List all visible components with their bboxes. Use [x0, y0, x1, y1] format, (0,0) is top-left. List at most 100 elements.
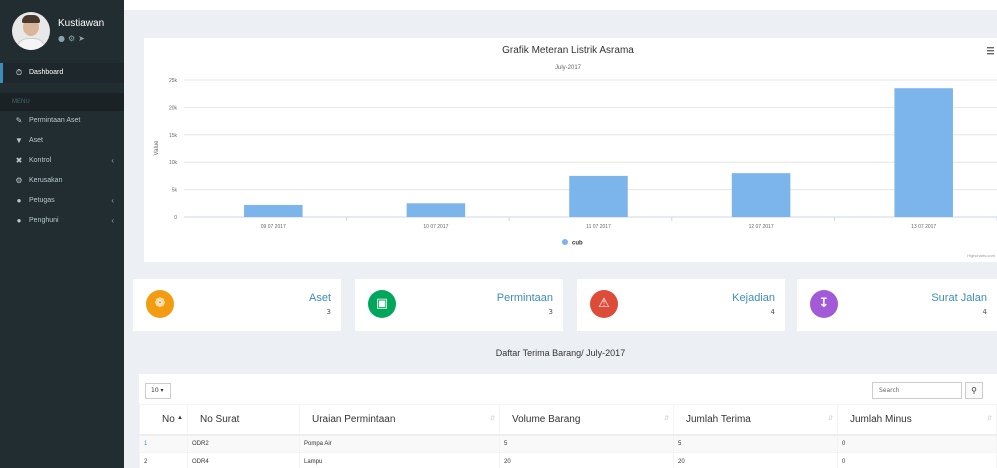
avatar[interactable]: [12, 12, 50, 50]
warning-icon: ⚠: [590, 290, 618, 318]
cell-no: 1: [139, 434, 188, 453]
y-tick-label: 25k: [169, 78, 178, 84]
download-icon: ↧: [810, 290, 838, 318]
stat-count: 3: [326, 308, 331, 316]
stat-label: Aset: [308, 292, 331, 304]
chart-panel: Grafik Meteran Listrik Asrama July-2017 …: [144, 38, 997, 262]
gears-icon: ⚙: [15, 176, 23, 185]
legend-label: cub: [572, 241, 583, 247]
column-header-label: Volume Barang: [512, 413, 581, 425]
search-button[interactable]: ⚲: [965, 382, 983, 399]
bar[interactable]: [894, 88, 953, 217]
sort-icon: ⇵: [986, 416, 992, 422]
bar[interactable]: [244, 204, 303, 217]
cell-volume: 20: [499, 452, 674, 468]
column-header-uraian-permintaan[interactable]: Uraian Permintaan ⇵: [299, 404, 500, 436]
column-header-label: Jumlah Minus: [850, 413, 912, 425]
bar-chart: Grafik Meteran Listrik Asrama July-2017 …: [154, 45, 997, 258]
sidebar-item-petugas[interactable]: ● Petugas ‹: [0, 191, 124, 211]
table-header-row: No ▲ No Surat Uraian Permintaan ⇵ Volume B…: [139, 404, 997, 436]
sidebar-item-aset[interactable]: ▼ Aset: [0, 131, 124, 151]
bar[interactable]: [731, 173, 791, 217]
y-tick-label: 10k: [169, 160, 178, 166]
sidebar: Kustiawan ●⚙➤ ⏱ Dashboard MENU ✎ Permint…: [0, 0, 124, 468]
username: Kustiawan: [58, 18, 105, 29]
column-header-label: Uraian Permintaan: [312, 413, 396, 425]
sort-icon: ⇵: [827, 416, 833, 422]
sidebar-item-label: Petugas: [29, 197, 55, 204]
y-axis-label: Value: [154, 140, 160, 156]
cell-volume: 5: [499, 434, 674, 453]
chevron-left-icon: ‹: [111, 156, 114, 165]
column-header-no-surat[interactable]: No Surat: [187, 404, 300, 436]
stat-label: Surat Jalan: [931, 292, 987, 304]
sidebar-item-dashboard[interactable]: ⏱ Dashboard: [0, 63, 124, 83]
column-header-label: No Surat: [200, 413, 240, 425]
search-input[interactable]: Search: [872, 382, 962, 399]
user-panel: Kustiawan ●⚙➤: [0, 0, 124, 56]
cell-uraian: Pompa Air: [299, 434, 500, 453]
column-header-jumlah-terima[interactable]: Jumlah Terima ⇵: [673, 404, 838, 436]
menu-header: MENU: [0, 93, 124, 111]
cell-no: 2: [139, 452, 188, 468]
cart-icon: ▣: [368, 290, 396, 318]
x-tick-label: 09 07 2017: [261, 224, 286, 230]
column-header-volume-barang[interactable]: Volume Barang ⇵: [499, 404, 674, 436]
stat-count: 4: [770, 308, 775, 316]
cell-terima: 20: [673, 452, 838, 468]
chart-menu-icon[interactable]: [987, 47, 994, 55]
sidebar-item-kerusakan[interactable]: ⚙ Kerusakan: [0, 171, 124, 191]
table-row[interactable]: 1 ODR2 Pompa Air 5 5 0: [139, 434, 997, 453]
y-tick-label: 5k: [172, 188, 178, 194]
dashboard-icon: ⏱: [15, 68, 23, 77]
x-tick-label: 10 07 2017: [423, 224, 448, 230]
sidebar-item-label: Kerusakan: [29, 177, 63, 184]
stat-label: Permintaan: [496, 292, 553, 304]
chevron-left-icon: ‹: [111, 216, 114, 225]
sort-icon: ⇵: [489, 416, 495, 422]
user-icon: ●: [16, 216, 22, 225]
chart-credit[interactable]: Highcharts.com: [967, 253, 995, 258]
cell-minus: 0: [837, 434, 997, 453]
table-title: Daftar Terima Barang/ July-2017: [495, 348, 626, 358]
table-row[interactable]: 2 ODR4 Lampu 20 20 0: [139, 452, 997, 468]
user-icon[interactable]: ●: [58, 34, 68, 43]
table-panel: 10 ▾ Search ⚲ No ▲ No Surat Uraian Permin…: [139, 374, 997, 468]
column-header-no[interactable]: No ▲: [139, 404, 188, 436]
sidebar-item-kontrol[interactable]: ✖ Kontrol ‹: [0, 151, 124, 171]
chart-subtitle: July-2017: [555, 65, 582, 71]
stat-card-permintaan[interactable]: ▣ Permintaan 3: [355, 279, 563, 331]
y-tick-label: 20k: [169, 105, 178, 111]
pencil-icon: ✎: [15, 116, 23, 125]
bar[interactable]: [569, 175, 628, 217]
sidebar-item-permintaan-aset[interactable]: ✎ Permintaan Aset: [0, 111, 124, 131]
data-table: No ▲ No Surat Uraian Permintaan ⇵ Volume B…: [139, 404, 997, 468]
stat-count: 4: [982, 308, 987, 316]
cell-minus: 0: [837, 452, 997, 468]
x-tick-label: 12 07 2017: [749, 224, 774, 230]
page-length-select[interactable]: 10 ▾: [145, 383, 171, 399]
sort-asc-icon: ▲: [177, 415, 183, 421]
stat-label: Kejadian: [732, 292, 775, 304]
column-header-label: Jumlah Terima: [686, 413, 751, 425]
sign-out-icon[interactable]: ➤: [78, 34, 88, 43]
sidebar-item-label: Penghuni: [29, 217, 59, 224]
gear-icon[interactable]: ⚙: [68, 34, 78, 43]
cell-uraian: Lampu: [299, 452, 500, 468]
cell-no-surat: ODR4: [187, 452, 300, 468]
cell-no-surat: ODR2: [187, 434, 300, 453]
stat-card-kejadian[interactable]: ⚠ Kejadian 4: [577, 279, 785, 331]
column-header-jumlah-minus[interactable]: Jumlah Minus ⇵: [837, 404, 997, 436]
y-tick-label: 15k: [169, 133, 178, 139]
wrench-icon: ✖: [15, 156, 23, 165]
legend[interactable]: cub: [562, 239, 583, 247]
sidebar-item-penghuni[interactable]: ● Penghuni ‹: [0, 211, 124, 231]
glass-icon: ▼: [15, 136, 23, 145]
stat-card-aset[interactable]: ❁ Aset 3: [133, 279, 341, 331]
search-icon: ⚲: [971, 386, 977, 395]
stat-card-surat-jalan[interactable]: ↧ Surat Jalan 4: [797, 279, 997, 331]
cubes-icon: ❁: [146, 290, 174, 318]
bar[interactable]: [406, 203, 466, 217]
page-length-value: 10: [151, 387, 159, 394]
app-root: Kustiawan ●⚙➤ ⏱ Dashboard MENU ✎ Permint…: [0, 0, 997, 468]
